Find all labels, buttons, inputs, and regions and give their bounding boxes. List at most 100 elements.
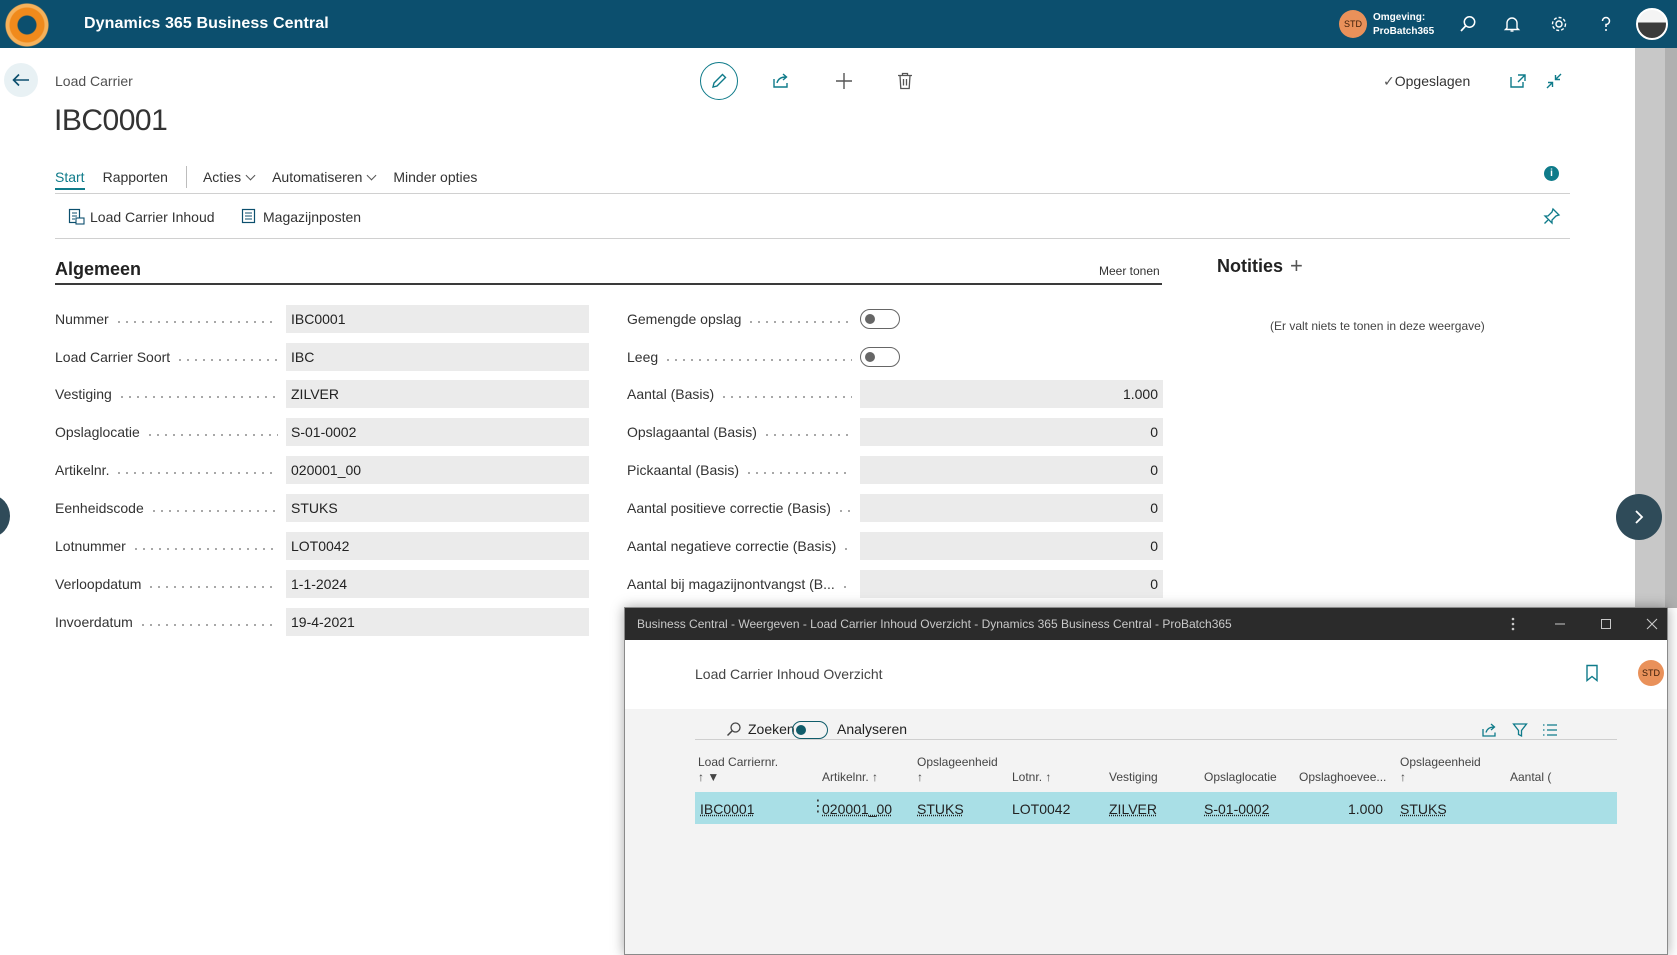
tab-start[interactable]: Start (55, 169, 85, 190)
field-value[interactable]: 0 (860, 456, 1163, 484)
cell-load-carrier[interactable]: IBC0001 (700, 801, 754, 817)
notes-title[interactable]: Notities (1217, 256, 1283, 277)
tab-minder-opties[interactable]: Minder opties (393, 169, 477, 185)
close-icon[interactable] (1642, 614, 1662, 634)
popup-user-avatar[interactable]: STD (1638, 660, 1664, 686)
previous-record-button[interactable] (0, 495, 10, 537)
field-value[interactable]: LOT0042 (286, 532, 589, 560)
column-header-label: Load Carriernr. (698, 755, 779, 769)
field-value[interactable]: 1-1-2024 (286, 570, 589, 598)
cell-opslageenheid-2[interactable]: STUKS (1400, 801, 1447, 817)
field-value[interactable]: 020001_00 (286, 456, 589, 484)
field-value[interactable]: 1.000 (860, 380, 1163, 408)
field-nummer: Nummer IBC0001 (55, 305, 589, 333)
field-value[interactable]: STUKS (286, 494, 589, 522)
list-view-icon[interactable] (1540, 720, 1560, 740)
tab-rapporten[interactable]: Rapporten (103, 169, 168, 185)
app-title[interactable]: Dynamics 365 Business Central (84, 15, 329, 33)
page-scrollbar-thumb[interactable] (1665, 48, 1677, 608)
field-label: Aantal negatieve correctie (Basis) (627, 538, 837, 554)
filter-icon[interactable] (1510, 720, 1530, 740)
field-label: Load Carrier Soort (55, 349, 171, 365)
field-value[interactable]: IBC0001 (286, 305, 589, 333)
load-carrier-inhoud-button[interactable]: Load Carrier Inhoud (68, 208, 215, 225)
field-label: Leeg (627, 349, 659, 365)
environment-label[interactable]: Omgeving: ProBatch365 (1373, 11, 1434, 39)
share-icon[interactable] (1479, 720, 1499, 740)
magazijnposten-button[interactable]: Magazijnposten (241, 208, 361, 225)
user-avatar[interactable] (1636, 8, 1668, 40)
search-button[interactable]: Zoeken (726, 721, 795, 737)
collapse-button[interactable] (1543, 70, 1565, 92)
sort-arrow: ↑ (917, 770, 923, 784)
column-header-opslaghoeveelheid[interactable]: Opslaghoevee... (1299, 770, 1386, 785)
column-header-opslaglocatie[interactable]: Opslaglocatie (1204, 770, 1277, 785)
environment-avatar[interactable]: STD (1339, 10, 1367, 38)
field-aantal-negatieve-correctie: Aantal negatieve correctie (Basis) 0 (627, 532, 1163, 560)
column-header-opslageenheid[interactable]: Opslageenheid ↑ (917, 755, 998, 785)
notes-empty-text: (Er valt niets te tonen in deze weergave… (1270, 319, 1485, 333)
gemengde-opslag-toggle[interactable] (860, 309, 900, 329)
field-value[interactable]: 19-4-2021 (286, 608, 589, 636)
info-icon[interactable]: i (1544, 166, 1559, 181)
bookmark-icon[interactable] (1585, 664, 1599, 687)
field-aantal-basis: Aantal (Basis) 1.000 (627, 380, 1163, 408)
column-header-artikelnr[interactable]: Artikelnr. ↑ (822, 770, 878, 785)
tab-automatiseren[interactable]: Automatiseren (272, 169, 377, 185)
back-button[interactable] (4, 63, 38, 97)
field-label: Eenheidscode (55, 500, 144, 516)
tab-separator (185, 166, 187, 188)
cell-opslaglocatie[interactable]: S-01-0002 (1204, 801, 1269, 817)
column-header-opslageenheid-2[interactable]: Opslageenheid ↑ (1400, 755, 1481, 785)
column-header-vestiging[interactable]: Vestiging (1109, 770, 1158, 785)
gear-icon[interactable] (1547, 12, 1571, 36)
field-value[interactable]: 0 (860, 570, 1163, 598)
popup-title-bar[interactable]: Business Central - Weergeven - Load Carr… (625, 608, 1667, 640)
analyze-toggle[interactable] (792, 721, 828, 739)
leeg-toggle[interactable] (860, 347, 900, 367)
column-header-label: Opslageenheid (1400, 755, 1481, 769)
cell-artikelnr[interactable]: 020001_00 (822, 801, 892, 817)
maximize-icon[interactable] (1596, 614, 1616, 634)
edit-button[interactable] (700, 62, 738, 100)
show-more-link[interactable]: Meer tonen (1099, 264, 1160, 278)
share-button[interactable] (770, 70, 792, 92)
search-label: Zoeken (748, 721, 795, 737)
pin-icon[interactable] (1543, 207, 1561, 230)
delete-button[interactable] (894, 70, 916, 92)
arrow-left-icon (12, 73, 29, 87)
add-note-icon[interactable]: + (1290, 255, 1303, 277)
field-value[interactable]: ZILVER (286, 380, 589, 408)
search-icon[interactable] (1456, 12, 1480, 36)
cell-vestiging[interactable]: ZILVER (1109, 801, 1157, 817)
new-button[interactable] (833, 70, 855, 92)
field-label: Gemengde opslag (627, 311, 742, 327)
tab-acties[interactable]: Acties (203, 169, 256, 185)
share-icon (773, 73, 788, 88)
table-row[interactable]: IBC0001 ⋮ 020001_00 STUKS LOT0042 ZILVER… (695, 792, 1617, 824)
group-title-algemeen[interactable]: Algemeen (55, 259, 141, 280)
field-eenheidscode: Eenheidscode STUKS (55, 494, 589, 522)
open-new-window-button[interactable] (1507, 70, 1529, 92)
field-label: Aantal bij magazijnontvangst (B... (627, 576, 835, 592)
bell-icon[interactable] (1500, 12, 1524, 36)
chevron-down-icon (366, 170, 377, 181)
field-value[interactable]: 0 (860, 418, 1163, 446)
field-value[interactable]: IBC (286, 343, 589, 371)
cell-lotnr: LOT0042 (1012, 801, 1071, 817)
cell-opslageenheid[interactable]: STUKS (917, 801, 964, 817)
field-label: Verloopdatum (55, 576, 142, 592)
field-invoerdatum: Invoerdatum 19-4-2021 (55, 608, 589, 636)
column-header-load-carriernr[interactable]: Load Carriernr. ↑ ▼ (698, 755, 778, 785)
field-value[interactable]: 0 (860, 532, 1163, 560)
column-header-aantal[interactable]: Aantal ( (1510, 770, 1551, 785)
field-value[interactable]: S-01-0002 (286, 418, 589, 446)
minimize-icon[interactable] (1550, 614, 1570, 634)
column-header-lotnr[interactable]: Lotnr. ↑ (1012, 770, 1051, 785)
app-logo-icon[interactable] (4, 2, 50, 48)
help-icon[interactable] (1594, 12, 1618, 36)
load-carrier-inhoud-label: Load Carrier Inhoud (90, 208, 215, 225)
more-options-icon[interactable] (1503, 614, 1523, 634)
field-value[interactable]: 0 (860, 494, 1163, 522)
next-record-button[interactable] (1616, 494, 1662, 540)
